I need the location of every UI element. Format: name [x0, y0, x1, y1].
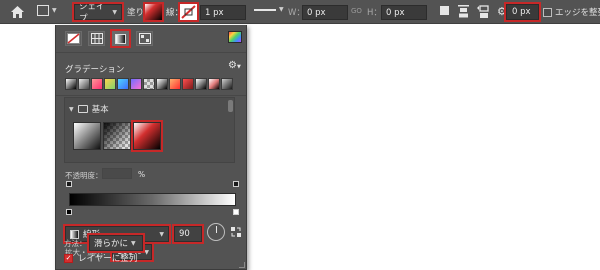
path-operations-button[interactable]: [440, 6, 449, 15]
tool-mode-select[interactable]: シェイプ ▼: [72, 2, 124, 24]
no-color-icon: [181, 5, 196, 19]
path-alignment-button[interactable]: [458, 5, 469, 18]
align-with-layer-checkbox[interactable]: ✓: [64, 253, 73, 263]
fill-type-panel: グラデーション ⚙▼ ▼ 基本 不透明度： % ▼ 90 拡大・縮小： 100%…: [55, 25, 247, 270]
gradient-preset[interactable]: [104, 78, 116, 90]
gradient-thumbnail[interactable]: [103, 122, 131, 150]
corner-radius-value: 0 px: [512, 7, 531, 17]
divider: [56, 95, 246, 96]
chevron-down-icon: ▼: [52, 7, 57, 14]
color-picker-button[interactable]: [228, 31, 242, 43]
height-value: 0 px: [386, 7, 405, 18]
opacity-label: 不透明度：: [65, 171, 103, 180]
width-value: 0 px: [307, 7, 326, 18]
height-field[interactable]: 0 px: [381, 5, 427, 20]
pattern-icon: [138, 33, 151, 44]
pattern-button[interactable]: [136, 31, 153, 46]
gradient-icon: [115, 33, 126, 44]
grid-swatches-icon: [90, 33, 103, 44]
presets-scrollbar[interactable]: [228, 100, 233, 112]
color-stop-left[interactable]: [66, 209, 72, 215]
gradient-preset[interactable]: [143, 78, 155, 90]
link-icon: GO: [351, 7, 362, 15]
solid-color-button[interactable]: [88, 31, 105, 46]
opacity-stop-right[interactable]: [233, 181, 239, 187]
recent-gradients-row: [65, 78, 233, 90]
align-with-layer-label: レイヤーに整列: [78, 254, 138, 264]
corner-radius-field[interactable]: 0 px: [504, 2, 541, 22]
gradient-preset[interactable]: [65, 78, 77, 90]
align-with-layer-option[interactable]: ✓ レイヤーに整列: [64, 252, 137, 264]
divider: [56, 52, 246, 53]
chevron-down-icon: ▼: [279, 6, 284, 13]
chevron-down-icon: ▼: [69, 105, 74, 113]
gradient-preset[interactable]: [169, 78, 181, 90]
options-bar: ▼ シェイプ ▼ 塗り： 線： 1 px ▼ W： 0 px GO H： 0 p…: [0, 0, 600, 24]
gradient-preset[interactable]: [78, 78, 90, 90]
stroke-width-value: 1 px: [205, 7, 224, 18]
stroke-swatch[interactable]: [178, 2, 199, 22]
method-value: 滑らかに: [94, 239, 129, 249]
angle-dial[interactable]: [207, 223, 225, 241]
opacity-stop-left[interactable]: [66, 181, 72, 187]
align-edges-label: エッジを整列: [555, 8, 600, 18]
solid-line-icon: [254, 9, 276, 11]
align-edges-option[interactable]: エッジを整列: [543, 6, 600, 18]
gradient-preset[interactable]: [182, 78, 194, 90]
path-operations-icon: [440, 6, 449, 15]
height-label: H：: [367, 8, 382, 18]
gradient-thumbnail-selected[interactable]: [131, 120, 163, 152]
gradient-preview-bar[interactable]: [69, 193, 236, 206]
gradient-preset[interactable]: [130, 78, 142, 90]
no-fill-button[interactable]: [65, 31, 82, 46]
angle-field[interactable]: 90: [172, 224, 204, 244]
gradient-preset[interactable]: [117, 78, 129, 90]
reverse-gradient-button[interactable]: [231, 227, 241, 240]
chevron-down-icon: ▼: [112, 8, 117, 16]
path-alignment-icon: [458, 5, 469, 18]
chevron-down-icon: ▼: [236, 64, 241, 70]
gradient-presets-list: ▼ 基本: [64, 97, 235, 163]
opacity-unit: %: [138, 170, 146, 179]
stroke-type-select[interactable]: ▼: [254, 6, 284, 13]
align-edges-checkbox[interactable]: [543, 7, 552, 17]
opacity-field[interactable]: [102, 168, 132, 179]
panel-menu-button[interactable]: ⚙▼: [228, 60, 241, 71]
resize-grip-icon[interactable]: [239, 262, 245, 268]
width-field[interactable]: 0 px: [302, 5, 348, 20]
gradient-preset[interactable]: [91, 78, 103, 90]
color-stop-right[interactable]: [233, 209, 239, 215]
gradient-preset[interactable]: [156, 78, 168, 90]
angle-indicator: [216, 226, 217, 233]
chevron-down-icon: ▼: [131, 239, 136, 247]
gradients-title: グラデーション: [65, 65, 125, 75]
folder-row[interactable]: ▼ 基本: [69, 103, 109, 115]
method-label: 方法：: [64, 239, 87, 248]
chevron-down-icon: ▼: [144, 248, 149, 256]
path-arrangement-icon: [477, 5, 489, 18]
tool-mode-value: シェイプ: [79, 2, 105, 24]
gradient-thumbnail[interactable]: [73, 122, 101, 150]
method-select[interactable]: 滑らかに ▼: [87, 233, 145, 253]
gradient-button[interactable]: [110, 29, 131, 48]
link-dimensions-button[interactable]: GO: [351, 7, 362, 15]
folder-name: 基本: [91, 105, 109, 115]
fill-swatch[interactable]: [143, 2, 164, 22]
home-icon: [10, 6, 24, 18]
reverse-icon: [231, 227, 241, 237]
folder-icon: [77, 105, 88, 113]
stroke-width-field[interactable]: 1 px: [200, 5, 246, 20]
gear-icon: ⚙: [228, 60, 237, 71]
gradient-preset[interactable]: [208, 78, 220, 90]
angle-value: 90: [179, 229, 190, 239]
gradient-preset[interactable]: [195, 78, 207, 90]
chevron-down-icon: ▼: [159, 230, 164, 238]
path-arrangement-button[interactable]: [477, 4, 491, 19]
gradient-preset[interactable]: [221, 78, 233, 90]
tool-preset-picker[interactable]: ▼: [37, 5, 57, 16]
gradient-thumbnails: [73, 120, 163, 152]
rectangle-tool-icon: [37, 5, 49, 16]
no-color-icon: [67, 33, 80, 44]
home-button[interactable]: [10, 5, 24, 19]
